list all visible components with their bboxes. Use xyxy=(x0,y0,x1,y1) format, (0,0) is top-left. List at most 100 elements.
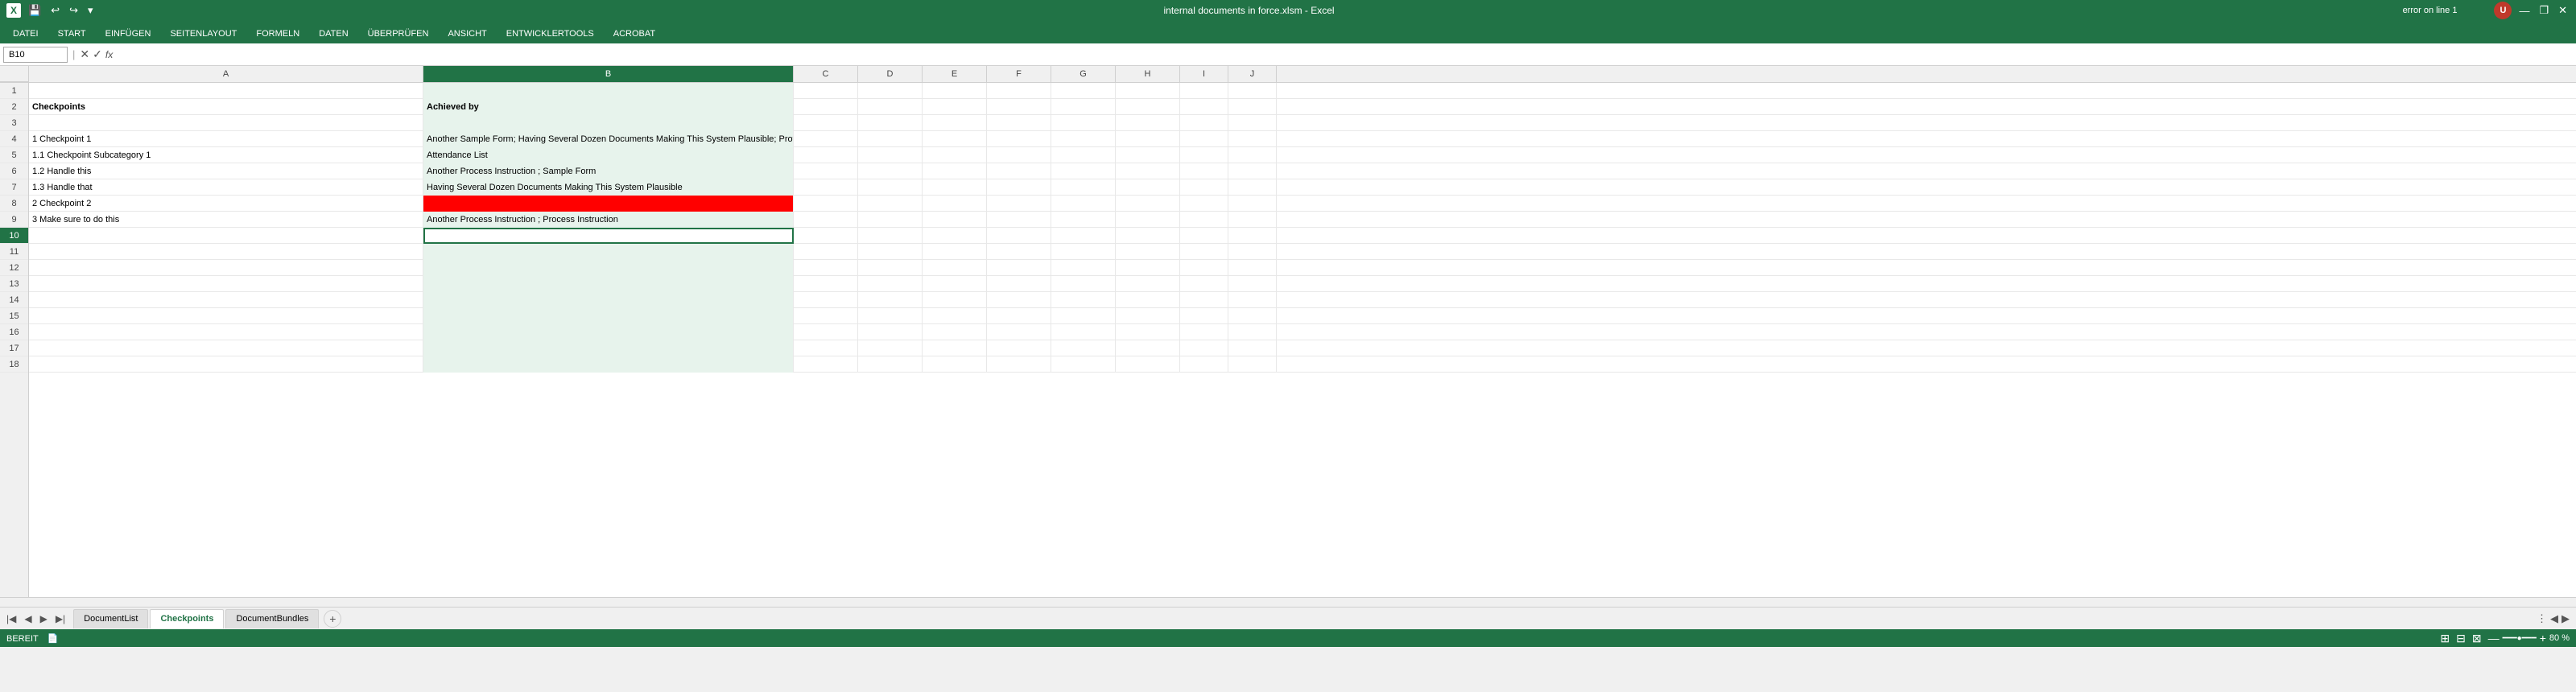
cell-A13[interactable] xyxy=(29,276,423,292)
cell-E9[interactable] xyxy=(923,212,987,228)
row-num-7[interactable]: 7 xyxy=(0,179,28,196)
horizontal-scrollbar[interactable] xyxy=(0,597,2576,607)
cell-B8[interactable] xyxy=(423,196,794,212)
cell-B10[interactable] xyxy=(423,228,794,244)
cell-B11[interactable] xyxy=(423,244,794,260)
cell-D4[interactable] xyxy=(858,131,923,147)
user-avatar[interactable]: U xyxy=(2494,2,2512,19)
page-break-icon[interactable]: ⊠ xyxy=(2472,632,2482,645)
cell-D15[interactable] xyxy=(858,308,923,324)
cell-C5[interactable] xyxy=(794,147,858,163)
zoom-out-button[interactable]: — xyxy=(2488,632,2500,645)
cell-E17[interactable] xyxy=(923,340,987,356)
cell-G5[interactable] xyxy=(1051,147,1116,163)
cell-F18[interactable] xyxy=(987,356,1051,373)
cell-F16[interactable] xyxy=(987,324,1051,340)
cell-C12[interactable] xyxy=(794,260,858,276)
cell-G2[interactable] xyxy=(1051,99,1116,115)
cell-G17[interactable] xyxy=(1051,340,1116,356)
cell-I2[interactable] xyxy=(1180,99,1228,115)
cell-J8[interactable] xyxy=(1228,196,1277,212)
cell-E4[interactable] xyxy=(923,131,987,147)
cell-G10[interactable] xyxy=(1051,228,1116,244)
ribbon-tab-einfügen[interactable]: EINFÜGEN xyxy=(96,24,161,43)
row-num-11[interactable]: 11 xyxy=(0,244,28,260)
row-num-12[interactable]: 12 xyxy=(0,260,28,276)
cell-G15[interactable] xyxy=(1051,308,1116,324)
cell-C9[interactable] xyxy=(794,212,858,228)
col-header-A[interactable]: A xyxy=(29,66,423,82)
cell-B16[interactable] xyxy=(423,324,794,340)
formula-input[interactable] xyxy=(116,50,2573,60)
ribbon-tab-daten[interactable]: DATEN xyxy=(309,24,357,43)
cell-C15[interactable] xyxy=(794,308,858,324)
cell-J13[interactable] xyxy=(1228,276,1277,292)
cell-G14[interactable] xyxy=(1051,292,1116,308)
cell-A16[interactable] xyxy=(29,324,423,340)
cell-I12[interactable] xyxy=(1180,260,1228,276)
cell-F9[interactable] xyxy=(987,212,1051,228)
ribbon-tab-seitenlayout[interactable]: SEITENLAYOUT xyxy=(160,24,246,43)
cell-J7[interactable] xyxy=(1228,179,1277,196)
cell-F8[interactable] xyxy=(987,196,1051,212)
sheet-tab-documentbundles[interactable]: DocumentBundles xyxy=(225,609,319,628)
cell-I8[interactable] xyxy=(1180,196,1228,212)
cell-J12[interactable] xyxy=(1228,260,1277,276)
col-header-E[interactable]: E xyxy=(923,66,987,82)
cell-E7[interactable] xyxy=(923,179,987,196)
cell-I7[interactable] xyxy=(1180,179,1228,196)
col-header-F[interactable]: F xyxy=(987,66,1051,82)
cell-B2[interactable]: Achieved by xyxy=(423,99,794,115)
cell-A17[interactable] xyxy=(29,340,423,356)
cell-J5[interactable] xyxy=(1228,147,1277,163)
cell-B7[interactable]: Having Several Dozen Documents Making Th… xyxy=(423,179,794,196)
cell-D18[interactable] xyxy=(858,356,923,373)
cell-C14[interactable] xyxy=(794,292,858,308)
cell-E12[interactable] xyxy=(923,260,987,276)
row-num-10[interactable]: 10 xyxy=(0,228,28,244)
col-header-I[interactable]: I xyxy=(1180,66,1228,82)
sheet-tab-checkpoints[interactable]: Checkpoints xyxy=(150,609,224,628)
ribbon-tab-acrobat[interactable]: ACROBAT xyxy=(604,24,665,43)
cell-J2[interactable] xyxy=(1228,99,1277,115)
cell-C2[interactable] xyxy=(794,99,858,115)
cell-B9[interactable]: Another Process Instruction ; Process In… xyxy=(423,212,794,228)
normal-view-icon[interactable]: ⊞ xyxy=(2440,632,2450,645)
col-header-G[interactable]: G xyxy=(1051,66,1116,82)
cell-I10[interactable] xyxy=(1180,228,1228,244)
cell-H8[interactable] xyxy=(1116,196,1180,212)
row-num-8[interactable]: 8 xyxy=(0,196,28,212)
cell-D6[interactable] xyxy=(858,163,923,179)
cell-D5[interactable] xyxy=(858,147,923,163)
cell-E18[interactable] xyxy=(923,356,987,373)
col-header-C[interactable]: C xyxy=(794,66,858,82)
cell-I5[interactable] xyxy=(1180,147,1228,163)
cell-A2[interactable]: Checkpoints xyxy=(29,99,423,115)
page-layout-icon[interactable]: ⊟ xyxy=(2456,632,2466,645)
cell-B15[interactable] xyxy=(423,308,794,324)
sheet-nav-last[interactable]: ▶| xyxy=(52,612,68,626)
cell-H9[interactable] xyxy=(1116,212,1180,228)
cell-H1[interactable] xyxy=(1116,83,1180,99)
row-num-4[interactable]: 4 xyxy=(0,131,28,147)
cell-G18[interactable] xyxy=(1051,356,1116,373)
cell-A1[interactable] xyxy=(29,83,423,99)
sheet-nav-next[interactable]: ▶ xyxy=(37,612,51,626)
sheet-nav-prev[interactable]: ◀ xyxy=(21,612,35,626)
col-header-B[interactable]: B xyxy=(423,66,794,82)
cell-F17[interactable] xyxy=(987,340,1051,356)
ribbon-tab-datei[interactable]: DATEI xyxy=(3,24,48,43)
cell-I16[interactable] xyxy=(1180,324,1228,340)
cell-H18[interactable] xyxy=(1116,356,1180,373)
row-num-5[interactable]: 5 xyxy=(0,147,28,163)
redo-icon[interactable]: ↪ xyxy=(67,4,80,17)
row-num-14[interactable]: 14 xyxy=(0,292,28,308)
col-header-H[interactable]: H xyxy=(1116,66,1180,82)
customize-icon[interactable]: ▾ xyxy=(85,4,96,17)
cell-J1[interactable] xyxy=(1228,83,1277,99)
cell-E10[interactable] xyxy=(923,228,987,244)
cell-A15[interactable] xyxy=(29,308,423,324)
cell-C11[interactable] xyxy=(794,244,858,260)
cell-A11[interactable] xyxy=(29,244,423,260)
cell-J16[interactable] xyxy=(1228,324,1277,340)
